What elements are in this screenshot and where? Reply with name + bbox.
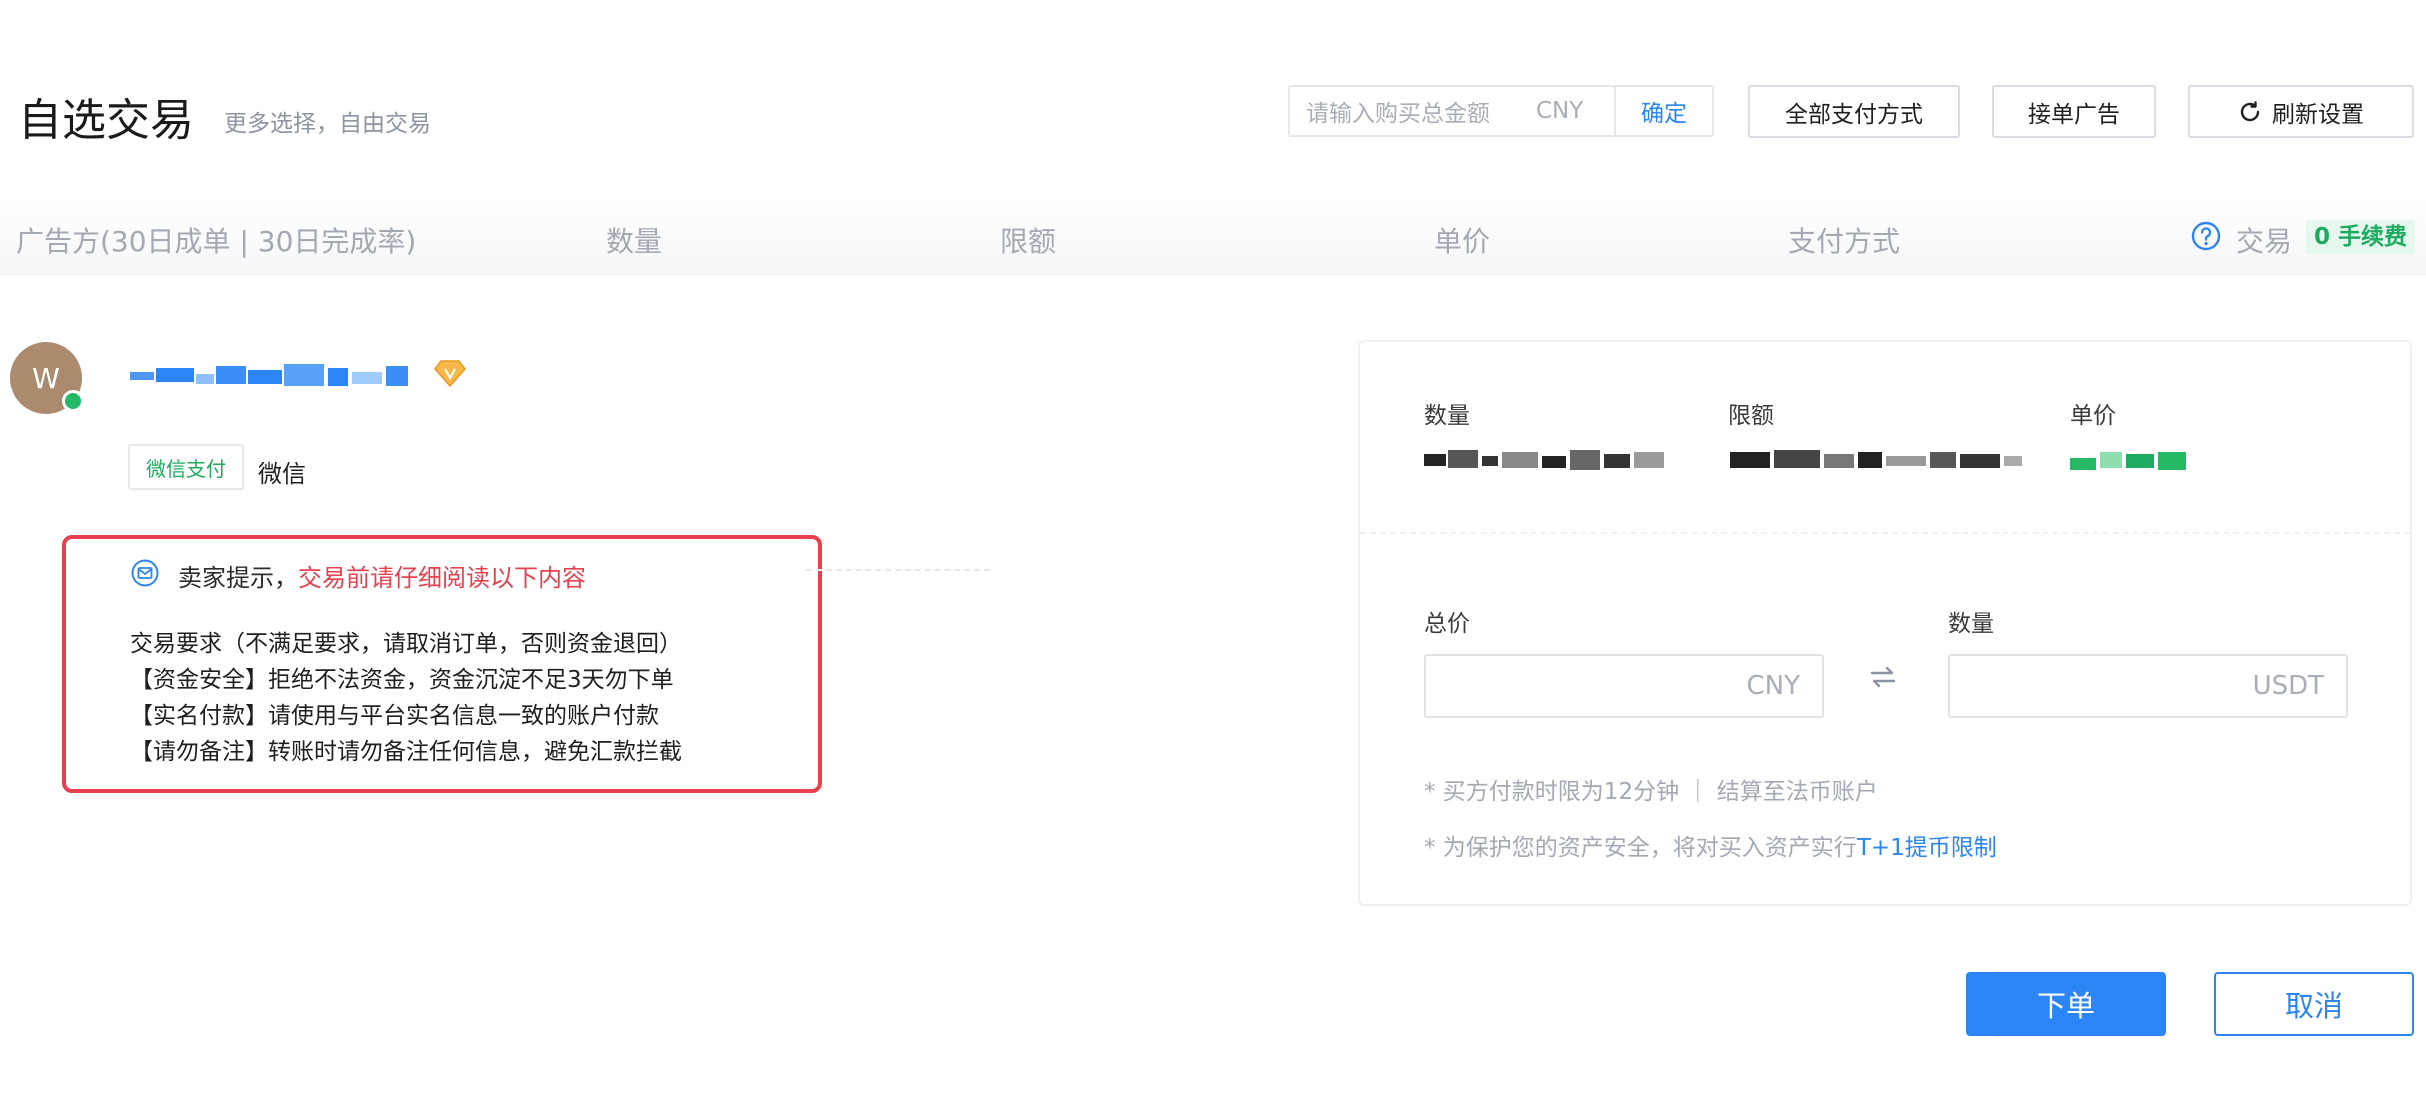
mail-icon	[131, 559, 159, 587]
total-price-input[interactable]: CNY	[1424, 654, 1824, 718]
payment-time-note: * 买方付款时限为12分钟 ｜ 结算至法币账户	[1424, 779, 1878, 805]
notice-line: 【实名付款】请使用与平台实名信息一致的账户付款	[130, 703, 659, 729]
refresh-icon	[2240, 100, 2260, 121]
asset-safety-note: * 为保护您的资产安全，将对买入资产实行T+1提币限制	[1424, 828, 1997, 862]
amount-search-unit: CNY	[1536, 98, 1584, 124]
refresh-settings-button[interactable]: 刷新设置	[2188, 85, 2414, 138]
refresh-settings-label: 刷新设置	[2272, 101, 2364, 128]
accept-ad-label: 接单广告	[2028, 101, 2120, 128]
vip-diamond-icon	[434, 360, 466, 388]
notice-label: 卖家提示，	[178, 564, 298, 592]
online-status-dot	[62, 390, 84, 412]
column-advertiser: 广告方(30日成单 | 30日完成率)	[16, 225, 417, 258]
help-icon[interactable]	[2190, 220, 2222, 252]
asset-safety-note-text: * 为保护您的资产安全，将对买入资产实行	[1424, 835, 1857, 861]
column-payment: 支付方式	[1788, 225, 1901, 258]
price-value-redacted	[2070, 452, 2186, 470]
notice-divider	[806, 569, 990, 571]
panel-divider	[1360, 532, 2410, 534]
panel-quantity-label: 数量	[1424, 403, 1470, 429]
payment-method-text: 微信	[258, 460, 306, 488]
total-price-unit: CNY	[1746, 671, 1801, 701]
quantity-value-redacted	[1424, 450, 1664, 470]
wechat-pay-tag: 微信支付	[128, 444, 244, 490]
amount-search-input[interactable]: 请输入购买总金额	[1290, 94, 1536, 128]
panel-price-label: 单价	[2070, 403, 2116, 429]
amount-search-box[interactable]: 请输入购买总金额 CNY 确定	[1288, 85, 1714, 137]
amount-input[interactable]: USDT	[1948, 654, 2348, 718]
cancel-button[interactable]: 取消	[2214, 972, 2414, 1036]
page-title: 自选交易	[18, 95, 194, 146]
trade-panel	[1358, 340, 2412, 906]
amount-label: 数量	[1948, 611, 1994, 637]
notice-warning-text: 交易前请仔细阅读以下内容	[298, 564, 586, 592]
notice-line: 【资金安全】拒绝不法资金，资金沉淀不足3天勿下单	[130, 667, 674, 693]
panel-limit-label: 限额	[1728, 403, 1774, 429]
accept-ad-button[interactable]: 接单广告	[1992, 85, 2156, 138]
amount-unit: USDT	[2252, 671, 2324, 701]
place-order-button[interactable]: 下单	[1966, 972, 2166, 1036]
limit-value-redacted	[1730, 450, 2022, 468]
notice-line: 【请勿备注】转账时请勿备注任何信息，避免汇款拦截	[130, 739, 682, 765]
page-subtitle: 更多选择，自由交易	[224, 111, 431, 137]
swap-icon	[1870, 666, 1896, 688]
payment-methods-button[interactable]: 全部支付方式	[1748, 85, 1960, 138]
column-trade: 交易	[2236, 225, 2293, 258]
column-price: 单价	[1434, 225, 1491, 258]
zero-fee-badge: 0 手续费	[2306, 220, 2416, 254]
total-price-label: 总价	[1424, 611, 1470, 637]
payment-methods-label: 全部支付方式	[1785, 101, 1923, 128]
notice-line: 交易要求（不满足要求，请取消订单，否则资金退回）	[130, 631, 682, 657]
amount-search-confirm-button[interactable]: 确定	[1614, 87, 1712, 135]
column-quantity: 数量	[606, 225, 663, 258]
column-limit: 限额	[1000, 225, 1057, 258]
withdrawal-limit-link[interactable]: T+1提币限制	[1857, 835, 1997, 861]
seller-name-redacted[interactable]	[130, 358, 422, 398]
